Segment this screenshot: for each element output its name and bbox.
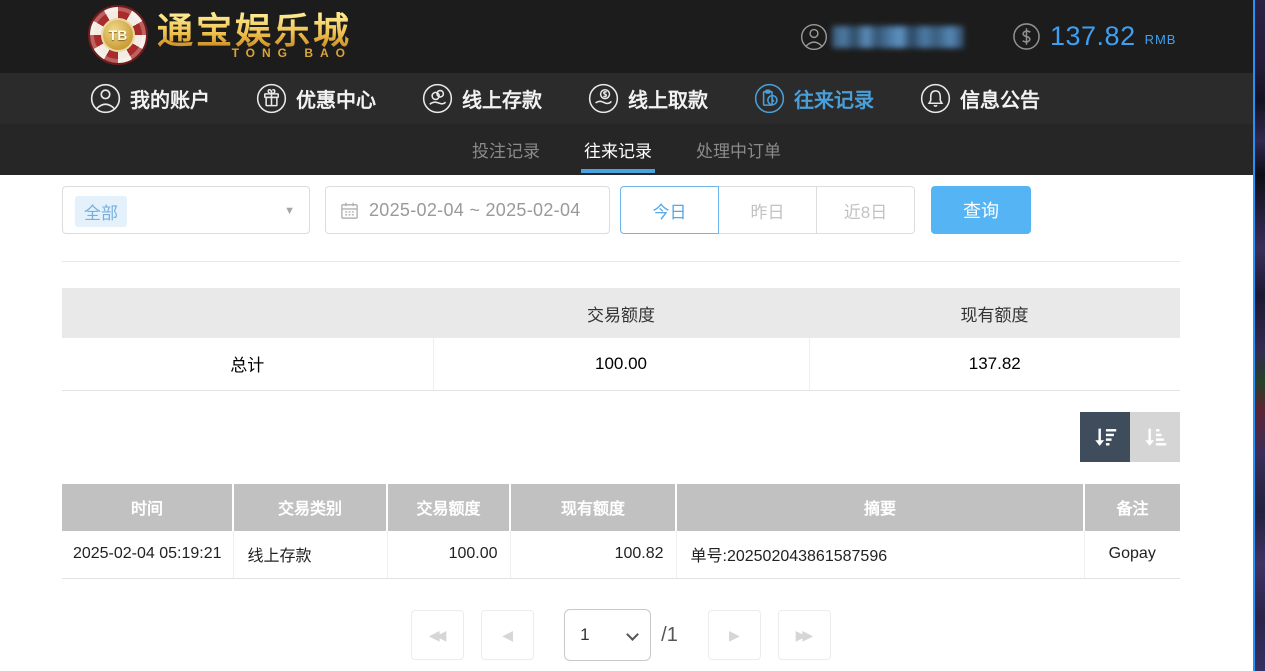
date-range-input[interactable]: 2025-02-04 ~ 2025-02-04 bbox=[325, 186, 610, 234]
search-button[interactable]: 查询 bbox=[931, 186, 1031, 234]
summary-total-label: 总计 bbox=[62, 338, 433, 390]
summary-header-row: 交易额度 现有额度 bbox=[62, 288, 1180, 338]
cell-current-amount: 100.82 bbox=[510, 531, 676, 579]
user-icon bbox=[90, 83, 121, 114]
records-icon bbox=[754, 83, 785, 114]
total-pages-label: /1 bbox=[661, 624, 678, 647]
top-header: TB 通宝娱乐城 TONG BAO 137.82 RMB bbox=[0, 0, 1253, 73]
nav-item-promotions[interactable]: 优惠中心 bbox=[256, 83, 376, 114]
last-8-days-button[interactable]: 近8日 bbox=[816, 186, 915, 234]
site-subtitle: TONG BAO bbox=[157, 46, 352, 60]
selected-type-tag: 全部 bbox=[75, 196, 127, 227]
deposit-icon bbox=[422, 83, 453, 114]
header-current-amount: 现有额度 bbox=[510, 484, 676, 531]
date-range-value: 2025-02-04 ~ 2025-02-04 bbox=[369, 200, 581, 221]
header-transaction-amount: 交易额度 bbox=[387, 484, 510, 531]
balance-currency: RMB bbox=[1145, 32, 1177, 47]
content-area: 全部 ▼ 2025-02-04 ~ 2025-02-04 今日 昨日 近8日 查… bbox=[62, 175, 1180, 661]
username-blurred bbox=[832, 26, 964, 48]
filter-row: 全部 ▼ 2025-02-04 ~ 2025-02-04 今日 昨日 近8日 查… bbox=[62, 186, 1180, 234]
gift-icon bbox=[256, 83, 287, 114]
cell-transaction-type: 线上存款 bbox=[233, 531, 387, 579]
nav-item-transaction-records[interactable]: 往来记录 bbox=[754, 83, 874, 114]
tab-transaction-records[interactable]: 往来记录 bbox=[582, 124, 654, 175]
account-user-area[interactable] bbox=[800, 0, 964, 73]
summary-total-transaction-amount: 100.00 bbox=[433, 338, 809, 390]
last-page-button[interactable]: ▶▶ bbox=[778, 610, 831, 660]
cell-time: 2025-02-04 05:19:21 bbox=[62, 531, 233, 579]
site-title: 通宝娱乐城 bbox=[157, 11, 352, 51]
records-table: 时间 交易类别 交易额度 现有额度 摘要 备注 2025-02-04 05:19… bbox=[62, 484, 1180, 580]
page-select-value: 1 bbox=[580, 625, 589, 645]
table-row: 2025-02-04 05:19:21 线上存款 100.00 100.82 单… bbox=[62, 531, 1180, 579]
tab-processing-orders[interactable]: 处理中订单 bbox=[694, 124, 783, 175]
cell-summary: 单号:202502043861587596 bbox=[676, 531, 1084, 579]
transaction-type-select[interactable]: 全部 ▼ bbox=[62, 186, 310, 234]
balance-amount: 137.82 bbox=[1050, 21, 1136, 52]
bell-icon bbox=[920, 83, 951, 114]
main-nav: 我的账户 优惠中心 线上存款 线上取款 往来记录 bbox=[0, 73, 1253, 124]
chevron-down-icon: ▼ bbox=[284, 205, 295, 217]
summary-total-current-amount: 137.82 bbox=[809, 338, 1180, 390]
user-avatar-icon bbox=[800, 23, 828, 51]
sort-ascending-icon bbox=[1141, 423, 1169, 451]
background-window-edge bbox=[1253, 0, 1265, 671]
summary-total-row: 总计 100.00 137.82 bbox=[62, 338, 1180, 390]
header-remark: 备注 bbox=[1084, 484, 1180, 531]
sort-ascending-button[interactable] bbox=[1130, 412, 1180, 462]
first-page-button[interactable]: ◀◀ bbox=[411, 610, 464, 660]
summary-table: 交易额度 现有额度 总计 100.00 137.82 bbox=[62, 288, 1180, 391]
summary-header-current-amount: 现有额度 bbox=[809, 288, 1180, 338]
page-select[interactable]: 1 bbox=[564, 609, 651, 661]
withdraw-icon bbox=[588, 83, 619, 114]
quick-date-button-group: 今日 昨日 近8日 bbox=[620, 186, 915, 234]
summary-header-transaction-amount: 交易额度 bbox=[433, 288, 809, 338]
pagination: ◀◀ ◀ 1 /1 ▶ ▶▶ bbox=[62, 609, 1180, 661]
chevron-down-icon bbox=[626, 628, 639, 641]
balance-area: 137.82 RMB bbox=[1012, 0, 1176, 73]
coin-dollar-icon bbox=[1012, 22, 1041, 51]
cell-transaction-amount: 100.00 bbox=[387, 531, 510, 579]
yesterday-button[interactable]: 昨日 bbox=[718, 186, 817, 234]
chip-monogram: TB bbox=[101, 18, 135, 52]
next-page-button[interactable]: ▶ bbox=[708, 610, 761, 660]
sort-descending-button[interactable] bbox=[1080, 412, 1130, 462]
sort-descending-icon bbox=[1091, 423, 1119, 451]
section-divider bbox=[62, 261, 1180, 262]
summary-header-empty bbox=[62, 288, 433, 338]
subtab-bar: 投注记录 往来记录 处理中订单 bbox=[0, 124, 1253, 175]
casino-chip-icon: TB bbox=[88, 5, 148, 65]
tab-betting-records[interactable]: 投注记录 bbox=[470, 124, 542, 175]
records-header-row: 时间 交易类别 交易额度 现有额度 摘要 备注 bbox=[62, 484, 1180, 531]
site-logo[interactable]: TB 通宝娱乐城 TONG BAO bbox=[88, 5, 352, 65]
header-summary: 摘要 bbox=[676, 484, 1084, 531]
transaction-records-page: TB 通宝娱乐城 TONG BAO 137.82 RMB bbox=[0, 0, 1265, 671]
nav-item-my-account[interactable]: 我的账户 bbox=[90, 83, 210, 114]
header-transaction-type: 交易类别 bbox=[233, 484, 387, 531]
sort-controls bbox=[62, 412, 1180, 462]
nav-item-announcements[interactable]: 信息公告 bbox=[920, 83, 1040, 114]
nav-item-online-withdraw[interactable]: 线上取款 bbox=[588, 83, 708, 114]
cell-remark: Gopay bbox=[1084, 531, 1180, 579]
header-time: 时间 bbox=[62, 484, 233, 531]
nav-item-online-deposit[interactable]: 线上存款 bbox=[422, 83, 542, 114]
prev-page-button[interactable]: ◀ bbox=[481, 610, 534, 660]
today-button[interactable]: 今日 bbox=[620, 186, 719, 234]
calendar-icon bbox=[339, 200, 360, 221]
